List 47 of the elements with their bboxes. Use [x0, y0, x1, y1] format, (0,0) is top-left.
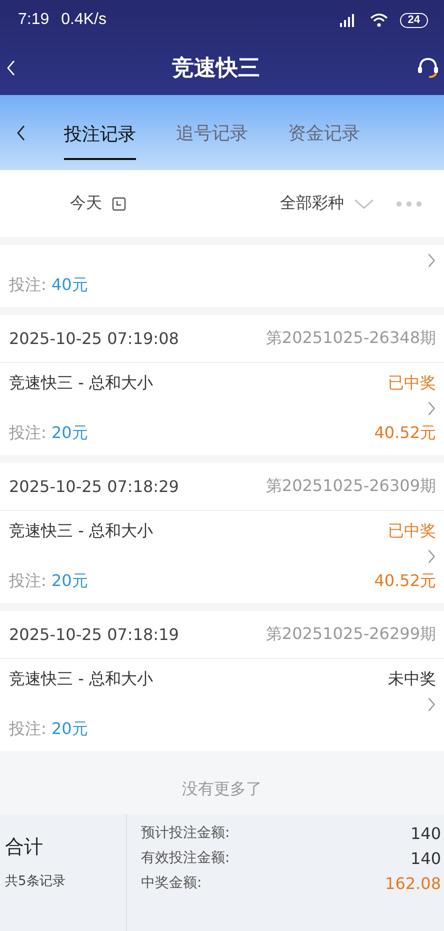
summary-title: 合计 [5, 835, 44, 860]
record-card[interactable]: 2025-10-25 07:19:08 第20251025-26348期 竞速快三 - 总和大小 已中奖 投注: 20元 40.52元 [0, 315, 444, 455]
stake-amount: 投注: 20元 [9, 570, 88, 592]
chevron-down-icon[interactable] [354, 198, 374, 208]
result-status: 已中奖 [388, 520, 436, 542]
tab[interactable]: 投注记录 [64, 108, 136, 160]
summary-value: 140 [410, 824, 441, 842]
issue-number: 第20251025-26299期 [266, 624, 436, 645]
issue-number: 第20251025-26348期 [266, 328, 436, 349]
game-name: 竞速快三 - 总和大小 [9, 520, 153, 542]
wifi-icon [370, 13, 388, 27]
record-count: 共5条记录 [5, 873, 66, 890]
chevron-right-icon[interactable] [427, 548, 436, 564]
summary-value: 162.08 [385, 874, 441, 892]
chevron-right-icon[interactable] [427, 400, 436, 416]
end-of-list-text: 没有更多了 [181, 778, 263, 800]
result-status: 未中奖 [388, 668, 436, 690]
date-filter[interactable]: 今天 [70, 193, 102, 214]
record-card[interactable]: 2025-10-25 07:18:29 第20251025-26309期 竞速快三 - 总和大小 已中奖 投注: 20元 40.52元 [0, 463, 444, 603]
summary-value: 140 [410, 848, 441, 868]
bet-time: 2025-10-25 07:19:08 [9, 329, 179, 348]
prize-amount: 40.52元 [374, 422, 436, 444]
record-card[interactable]: 2025-10-25 07:18:19 第20251025-26299期 竞速快三 - 总和大小 未中奖 投注: 20元 [0, 611, 444, 751]
more-icon[interactable] [396, 200, 422, 206]
stake-amount: 投注: 20元 [9, 718, 88, 740]
game-name: 竞速快三 - 总和大小 [9, 372, 153, 394]
status-time: 7:19 [18, 11, 50, 29]
result-status: 已中奖 [388, 372, 436, 394]
headset-icon[interactable] [416, 56, 440, 80]
bet-time: 2025-10-25 07:18:19 [9, 625, 179, 644]
summary-label: 预计投注金额: [141, 824, 230, 842]
calendar-icon[interactable] [112, 196, 126, 210]
chevron-right-icon[interactable] [427, 252, 436, 268]
chevron-right-icon[interactable] [427, 696, 436, 712]
summary-label: 中奖金额: [141, 874, 202, 892]
page-title: 竞速快三 [172, 54, 260, 82]
bet-time: 2025-10-25 07:18:29 [9, 477, 179, 496]
stake-amount: 投注: 20元 [9, 422, 88, 444]
stake-amount: 投注: 40元 [9, 274, 88, 296]
lottery-filter[interactable]: 全部彩种 [280, 193, 344, 214]
prize-amount: 40.52元 [374, 570, 436, 592]
battery-indicator: 24 [400, 12, 428, 28]
back-icon[interactable] [16, 124, 26, 142]
game-name: 竞速快三 - 总和大小 [9, 668, 153, 690]
issue-number: 第20251025-26309期 [266, 476, 436, 497]
summary-label: 有效投注金额: [141, 849, 230, 867]
network-speed: 0.4K/s [61, 11, 106, 29]
